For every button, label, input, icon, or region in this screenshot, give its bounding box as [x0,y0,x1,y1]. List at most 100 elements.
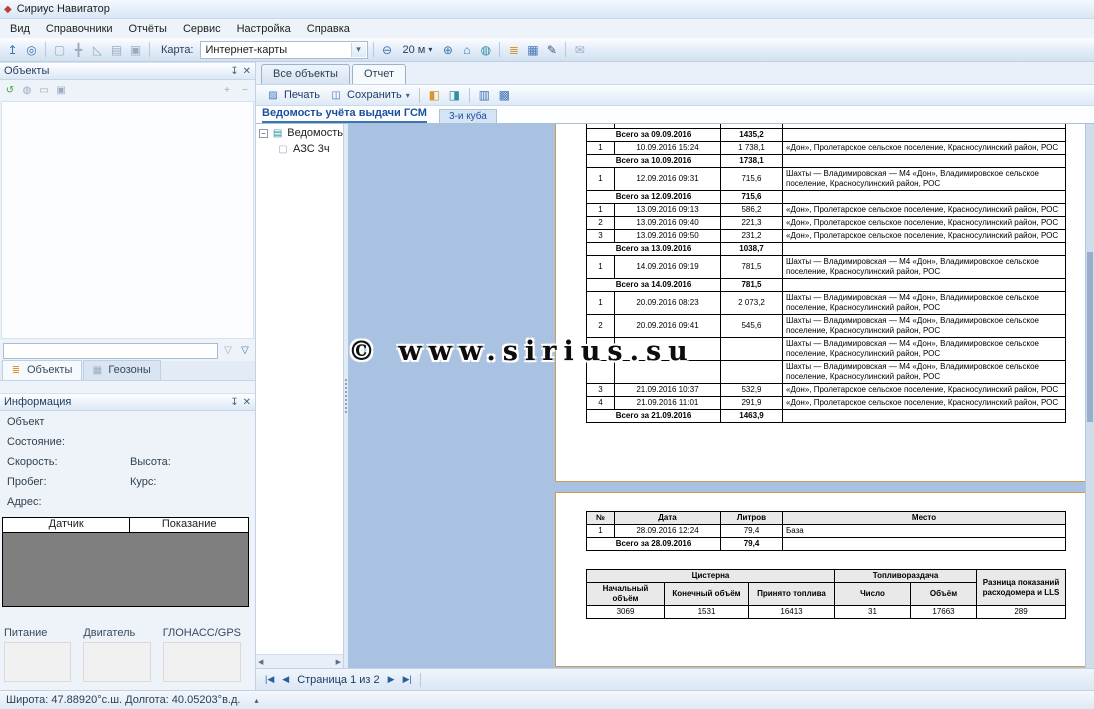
report-total-row: Всего за 09.09.20161435,2 [587,128,1066,141]
tree-node-azs[interactable]: ▢ АЗС 3ч [256,140,343,156]
page-indicator: Страница 1 из 2 [297,674,379,686]
tree-collapse-icon[interactable]: − [259,129,268,138]
close-icon[interactable]: ✕ [243,397,251,408]
map-select-value: Интернет-карты [206,44,288,56]
collapse-all-icon[interactable]: − [238,84,252,98]
save-button[interactable]: ◫ Сохранить ▾ [326,87,413,103]
print-preview-icon[interactable]: ▩ [496,87,513,104]
chevron-down-icon: ▾ [428,45,432,54]
status-menu-icon[interactable]: ▴ [254,696,258,705]
course-label: Курс: [130,476,156,488]
scrollbar-thumb[interactable] [1087,252,1093,422]
fuel-issue-table: РОСВсего за 09.09.20161435,2110.09.2016 … [586,124,1066,423]
received-value: 16413 [749,606,835,619]
left-sidebar: Объекты ↧ ✕ ↺ ◍ ▭ ▣ + − ▽ ▽ ≣ Объекты [0,62,256,690]
first-page-button[interactable]: |◀ [265,674,274,685]
menu-servis[interactable]: Сервис [175,21,229,37]
pan-icon[interactable]: ╋ [70,41,87,58]
next-page-button[interactable]: ▶ [388,674,395,685]
scroll-left-icon[interactable]: ◀ [258,658,263,666]
edit-icon[interactable]: ✎ [543,41,560,58]
start-volume-value: 3069 [587,606,665,619]
measure-icon[interactable]: ◺ [89,41,106,58]
table-header-row: № Дата Литров Место [587,512,1066,525]
export-icon[interactable]: ◨ [446,87,463,104]
height-label: Высота: [130,456,171,468]
cistern-group-header: Цистерна [587,570,835,583]
message-icon[interactable]: ▭ [37,84,51,98]
list-icon[interactable]: ≣ [505,41,522,58]
pin-icon[interactable]: ↧ [230,66,238,77]
watermark: © www.sirius.su [348,336,695,367]
globe-small-icon[interactable]: ◍ [20,84,34,98]
pin-icon[interactable]: ↧ [230,397,238,408]
tab-report[interactable]: Отчет [352,64,406,84]
report-vertical-scrollbar[interactable] [1085,124,1094,668]
report-data-row: 113.09.2016 09:13586,2«Дон», Пролетарско… [587,203,1066,216]
tab-objects[interactable]: ≣ Объекты [2,360,82,380]
status-bar: Широта: 47.88920°с.ш. Долгота: 40.05203°… [0,690,1094,709]
document-area: Все объекты Отчет ▨ Печать ◫ Сохранить ▾… [256,62,1094,690]
report-content: − ▤ Ведомость ▢ АЗС 3ч ◀ ▶ РО [256,124,1094,668]
tab-all-objects[interactable]: Все объекты [261,64,350,84]
last-page-button[interactable]: ▶| [403,674,412,685]
zoom-select[interactable]: 20 м ▾ [398,41,438,59]
layers-icon[interactable]: ▤ [108,41,125,58]
power-indicator [4,642,71,682]
copy-icon[interactable]: ◧ [426,87,443,104]
pages-icon[interactable]: ▥ [476,87,493,104]
objects-tree[interactable] [1,101,254,339]
power-label: Питание [4,627,71,642]
tree-node-vedomost[interactable]: − ▤ Ведомость [256,124,343,140]
zoom-out-icon[interactable]: ⊖ [379,41,396,58]
filter-icon[interactable]: ▽ [221,344,235,358]
scroll-right-icon[interactable]: ▶ [336,658,341,666]
print-button[interactable]: ▨ Печать [263,87,323,103]
engine-group: Двигатель [83,627,150,687]
volume-value: 17663 [911,606,977,619]
nav-up-icon[interactable]: ↥ [4,41,21,58]
prev-page-button[interactable]: ◀ [282,674,289,685]
menu-vid[interactable]: Вид [2,21,38,37]
report-data-row: 213.09.2016 09:40221,3«Дон», Пролетарско… [587,216,1066,229]
tab-geozones[interactable]: ▦ Геозоны [83,360,160,380]
search-icon[interactable]: ◎ [23,41,40,58]
filter-clear-icon[interactable]: ▽ [238,344,252,358]
objects-panel-header: Объекты ↧ ✕ [0,62,255,80]
mileage-label: Пробег: [7,476,47,488]
info-fields: Объект Состояние: Скорость: Высота: Проб… [0,412,255,516]
menu-spravochniki[interactable]: Справочники [38,21,121,37]
refresh-icon[interactable]: ↺ [3,84,17,98]
col-date: Дата [615,512,721,525]
fuel-summary-table: Цистерна Топливораздача Разница показани… [586,569,1066,619]
menu-spravka[interactable]: Справка [299,21,358,37]
zoom-in-icon[interactable]: ⊕ [439,41,456,58]
col-num: № [587,512,615,525]
start-volume-header: Начальный объём [587,583,665,606]
gps-label: ГЛОНАСС/GPS [163,627,241,642]
home-icon[interactable]: ⌂ [458,41,475,58]
globe-icon[interactable]: ◍ [477,41,494,58]
map-select[interactable]: Интернет-карты ▾ [200,41,368,59]
count-value: 31 [835,606,911,619]
page-navigation-bar: |◀ ◀ Страница 1 из 2 ▶ ▶| [256,668,1094,690]
menu-otchety[interactable]: Отчёты [121,21,175,37]
menu-nastroyka[interactable]: Настройка [229,21,299,37]
object-search-input[interactable] [3,343,218,359]
mail-icon[interactable]: ✉ [571,41,588,58]
camera-icon[interactable]: ▣ [127,41,144,58]
report-data-row: 120.09.2016 08:232 073,2Шахты — Владимир… [587,291,1066,314]
report-view[interactable]: РОСВсего за 09.09.20161435,2110.09.2016 … [348,124,1094,668]
reading-col-header: Показание [130,518,248,532]
sensor-col-header: Датчик [3,518,130,532]
report-total-row: Всего за 12.09.2016715,6 [587,190,1066,203]
expand-all-icon[interactable]: + [220,84,234,98]
camera-small-icon[interactable]: ▣ [54,84,68,98]
zoom-value: 20 м [403,44,426,56]
report-subtab[interactable]: 3-и куба [439,109,497,123]
status-groups: Питание Двигатель ГЛОНАСС/GPS [4,627,241,687]
map-grid-icon[interactable]: ▦ [524,41,541,58]
select-rect-icon[interactable]: ▢ [51,41,68,58]
tree-horizontal-scrollbar[interactable]: ◀ ▶ [256,654,343,668]
close-icon[interactable]: ✕ [243,66,251,77]
